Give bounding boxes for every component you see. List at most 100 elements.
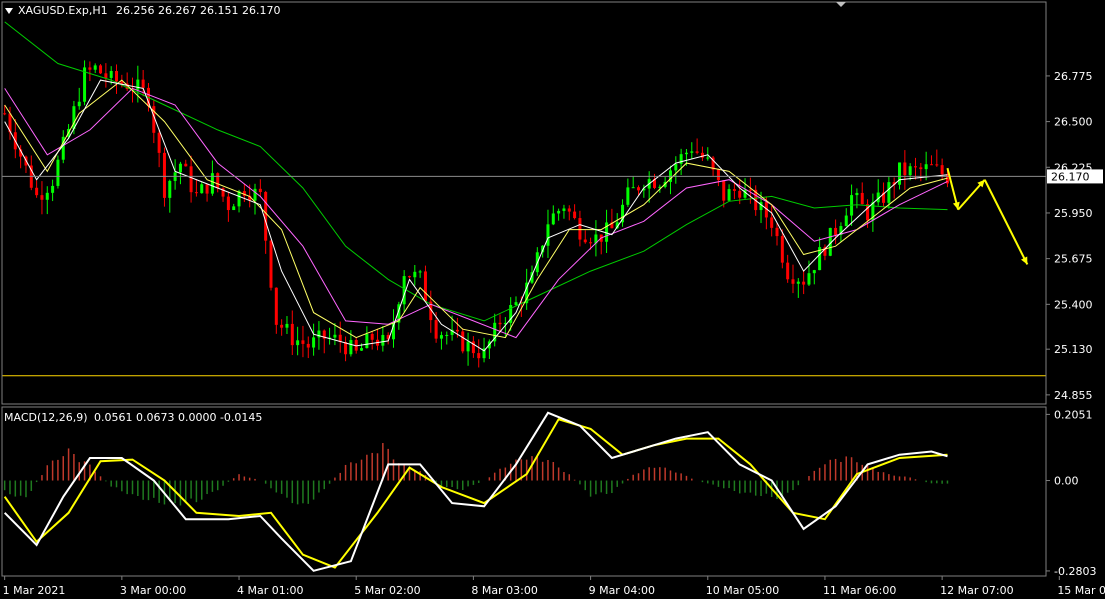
candle-body <box>732 189 736 191</box>
candle-body <box>589 242 593 244</box>
candle-body <box>583 239 587 243</box>
candle-body <box>3 113 7 115</box>
candle-body <box>461 331 465 352</box>
time-tick-label: 9 Mar 04:00 <box>589 584 655 597</box>
candle-body <box>844 215 848 227</box>
candle-body <box>898 162 902 185</box>
candle-body <box>796 281 800 284</box>
candle-body <box>860 192 864 205</box>
candle-body <box>929 164 933 166</box>
candle-body <box>360 348 364 351</box>
candle-body <box>115 71 119 82</box>
candle-body <box>178 163 182 173</box>
candle-body <box>40 195 44 200</box>
time-tick-label: 4 Mar 01:00 <box>237 584 303 597</box>
candle-body <box>674 163 678 171</box>
candle-body <box>349 339 353 355</box>
candle-body <box>141 79 145 88</box>
candle-body <box>807 273 811 285</box>
candle-body <box>189 166 193 193</box>
candle-body <box>418 271 422 273</box>
candle-body <box>99 65 103 74</box>
candle-body <box>216 173 220 189</box>
candle-body <box>200 184 204 194</box>
candle-body <box>109 71 113 78</box>
candle-body <box>780 236 784 263</box>
candle-body <box>184 163 188 167</box>
candle-body <box>791 279 795 284</box>
candle-body <box>104 73 108 78</box>
candle-body <box>786 262 790 280</box>
symbol-label: XAGUSD.Exp,H1 <box>18 4 108 17</box>
price-tick-label: 25.130 <box>1054 343 1093 356</box>
trading-chart[interactable]: 26.77526.50026.22525.95025.67525.40025.1… <box>0 0 1105 599</box>
candle-body <box>637 187 641 191</box>
candle-body <box>557 210 561 214</box>
macd-tick-label: 0.2051 <box>1054 408 1093 421</box>
candle-body <box>285 323 289 328</box>
candle-body <box>269 240 273 288</box>
time-tick-label: 11 Mar 06:00 <box>823 584 896 597</box>
time-tick-label: 5 Mar 02:00 <box>354 584 420 597</box>
candle-body <box>562 208 566 211</box>
current-price-tag-label: 26.170 <box>1051 170 1090 183</box>
candle-body <box>162 152 166 198</box>
candle-body <box>194 192 198 194</box>
price-tick-label: 25.675 <box>1054 253 1093 266</box>
candle-body <box>35 187 39 196</box>
candle-body <box>477 353 481 359</box>
candle-body <box>253 188 257 201</box>
time-tick-label: 3 Mar 00:00 <box>120 584 186 597</box>
candle-body <box>935 164 939 166</box>
candle-body <box>631 187 635 189</box>
candle-body <box>77 101 81 107</box>
candle-body <box>301 340 305 344</box>
ohlc-values: 26.256 26.267 26.151 26.170 <box>116 4 280 17</box>
candle-body <box>498 322 502 325</box>
candle-body <box>514 302 518 306</box>
candle-body <box>168 180 172 198</box>
candle-body <box>333 334 337 338</box>
candle-body <box>264 192 268 241</box>
candle-body <box>232 206 236 211</box>
candle-body <box>439 335 443 339</box>
time-tick-label: 8 Mar 03:00 <box>471 584 537 597</box>
candle-body <box>812 270 816 274</box>
candle-body <box>226 196 230 211</box>
candle-body <box>455 329 459 332</box>
candle-body <box>306 343 310 348</box>
candle-body <box>903 162 907 176</box>
candle-body <box>722 180 726 201</box>
candle-body <box>855 192 859 196</box>
candle-body <box>296 340 300 346</box>
candle-body <box>546 224 550 246</box>
candle-body <box>370 333 374 340</box>
candle-body <box>738 190 742 198</box>
macd-label: MACD(12,26,9) <box>4 411 88 424</box>
candle-body <box>887 182 891 203</box>
candle-body <box>258 188 262 193</box>
candle-body <box>280 324 284 328</box>
candle-body <box>919 167 923 170</box>
time-tick-label: 12 Mar 07:00 <box>940 584 1013 597</box>
candle-body <box>716 169 720 181</box>
candle-body <box>88 67 92 70</box>
time-tick-label: 10 Mar 05:00 <box>706 584 779 597</box>
candle-body <box>914 166 917 168</box>
candle-body <box>381 334 385 346</box>
candle-body <box>690 151 694 153</box>
candle-body <box>727 189 731 201</box>
candle-body <box>93 65 97 70</box>
candle-body <box>445 334 449 336</box>
price-tick-label: 25.950 <box>1054 207 1093 220</box>
candle-body <box>924 164 928 170</box>
candle-body <box>413 271 417 278</box>
candle-body <box>466 341 470 352</box>
candle-body <box>205 184 209 194</box>
candle-body <box>434 320 438 339</box>
price-tick-label: 26.500 <box>1054 116 1093 129</box>
time-tick-label: 1 Mar 2021 <box>3 584 66 597</box>
candle-body <box>748 189 752 191</box>
candle-body <box>551 213 555 225</box>
candle-body <box>423 271 427 302</box>
